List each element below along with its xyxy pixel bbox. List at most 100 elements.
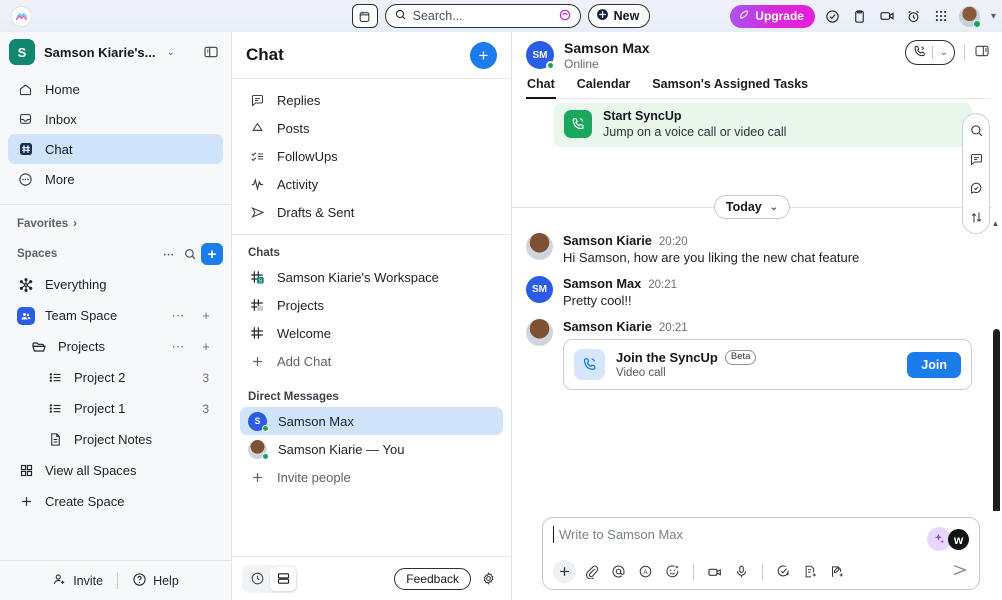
checklist-icon [248, 147, 266, 165]
avatar[interactable] [959, 6, 980, 27]
join-button[interactable]: Join [907, 352, 961, 378]
dm-item-invite-people[interactable]: Invite people [240, 463, 503, 491]
check-bubble-icon[interactable] [967, 179, 985, 197]
chat-nav-posts[interactable]: Posts [240, 114, 503, 142]
tree-item-projects[interactable]: Projects ⋯ + [8, 331, 223, 362]
invite-button[interactable]: Invite [52, 572, 103, 590]
chat-nav-label: Replies [277, 93, 320, 108]
clock-icon[interactable] [244, 567, 270, 591]
call-button[interactable]: ⌄ [905, 40, 955, 65]
chat-item-workspace[interactable]: S Samson Kiarie's Workspace [240, 263, 503, 291]
transfer-arrows-icon[interactable] [967, 208, 985, 226]
app-grid-icon[interactable] [932, 7, 950, 25]
date-pill[interactable]: Today ⌄ [714, 195, 790, 219]
sidebar-item-more[interactable]: More [8, 164, 223, 194]
panel-toggle-icon[interactable] [201, 42, 221, 62]
chat-nav-drafts-sent[interactable]: Drafts & Sent [240, 198, 503, 226]
message-author: Samson Max [563, 276, 641, 291]
edit-create-icon[interactable] [826, 560, 849, 583]
chat-item-label: Samson Kiarie's Workspace [277, 270, 439, 285]
tree-item-project-2[interactable]: Project 2 3 [8, 362, 223, 393]
plus-icon[interactable]: + [197, 308, 215, 323]
search-icon[interactable] [179, 243, 201, 265]
plus-icon[interactable]: + [197, 339, 215, 354]
favorites-section[interactable]: Favorites › [0, 209, 231, 239]
home-icon [17, 81, 34, 98]
plus-icon[interactable] [553, 560, 576, 583]
task-icon[interactable] [772, 560, 795, 583]
scroll-up-arrow[interactable]: ▲ [991, 219, 1000, 228]
clipboard-icon[interactable] [851, 7, 869, 25]
chevron-down-icon[interactable]: ⌄ [166, 47, 174, 58]
message-author: Samson Kiarie [563, 319, 652, 334]
attachment-icon[interactable] [580, 560, 603, 583]
send-icon[interactable] [951, 561, 969, 582]
microphone-icon[interactable] [730, 560, 753, 583]
tab-chat[interactable]: Chat [526, 77, 556, 98]
tree-item-project-notes[interactable]: Project Notes [8, 424, 223, 455]
dm-item-samson-max[interactable]: S Samson Max [240, 407, 503, 435]
message-item: SM Samson Max 20:21 Pretty cool!! [526, 276, 972, 308]
sidebar-item-inbox[interactable]: Inbox [8, 104, 223, 134]
alarm-clock-icon[interactable] [905, 7, 923, 25]
new-button[interactable]: New [588, 4, 651, 28]
chat-nav-activity[interactable]: Activity [240, 170, 503, 198]
sidebar-item-chat[interactable]: Chat [8, 134, 223, 164]
video-icon[interactable] [703, 560, 726, 583]
add-chat-button[interactable]: + [470, 42, 497, 69]
chat-nav-replies[interactable]: Replies [240, 86, 503, 114]
chat-item-projects[interactable]: Projects [240, 291, 503, 319]
ellipsis-icon[interactable]: ⋯ [169, 339, 187, 355]
dm-item-samson-kiarie[interactable]: Samson Kiarie — You [240, 435, 503, 463]
calendar-icon[interactable] [352, 4, 378, 28]
beta-badge: Beta [725, 350, 757, 365]
scrollbar-thumb[interactable] [993, 329, 1000, 511]
tab-calendar[interactable]: Calendar [576, 77, 632, 98]
video-camera-icon[interactable] [878, 7, 896, 25]
ellipsis-icon[interactable]: ⋯ [169, 308, 187, 324]
chat-item-add-chat[interactable]: Add Chat [240, 347, 503, 375]
phone-call-icon [564, 110, 592, 138]
avatar[interactable] [526, 233, 553, 260]
doc-create-icon[interactable] [799, 560, 822, 583]
tree-item-create-space[interactable]: Create Space [8, 486, 223, 517]
check-circle-icon[interactable] [824, 7, 842, 25]
chat-item-welcome[interactable]: Welcome [240, 319, 503, 347]
split-list-icon[interactable] [270, 567, 296, 591]
emoji-icon[interactable] [661, 560, 684, 583]
avatar[interactable]: SM [526, 276, 553, 303]
everything-icon [17, 276, 35, 294]
chat-nav-followups[interactable]: FollowUps [240, 142, 503, 170]
dm-group: Direct Messages S Samson Max Samson Kiar… [232, 379, 511, 495]
tree-item-label: Projects [58, 339, 159, 354]
tree-item-project-1[interactable]: Project 1 3 [8, 393, 223, 424]
ellipsis-icon[interactable] [157, 243, 179, 265]
tree-item-everything[interactable]: Everything [8, 269, 223, 300]
help-button[interactable]: Help [132, 572, 179, 590]
feedback-button[interactable]: Feedback [394, 568, 471, 590]
start-syncup-banner[interactable]: Start SyncUp Jump on a voice call or vid… [554, 103, 972, 147]
comment-icon[interactable] [967, 150, 985, 168]
ai-sparkle-icon[interactable] [558, 8, 572, 25]
text-format-icon[interactable]: A [634, 560, 657, 583]
chevron-down-icon[interactable]: ⌄ [940, 47, 948, 58]
right-panel-icon[interactable] [974, 43, 990, 62]
avatar[interactable] [526, 319, 553, 346]
tab-assigned-tasks[interactable]: Samson's Assigned Tasks [651, 77, 809, 98]
add-space-button[interactable]: + [201, 243, 223, 265]
search-icon [394, 8, 407, 24]
search-icon[interactable] [967, 121, 985, 139]
tree-item-view-all-spaces[interactable]: View all Spaces [8, 455, 223, 486]
tree-item-team-space[interactable]: Team Space ⋯ + [8, 300, 223, 331]
message-text: Hi Samson, how are you liking the new ch… [563, 250, 972, 265]
w-badge-icon[interactable]: w [948, 529, 969, 550]
gear-icon[interactable] [475, 567, 501, 591]
chevron-down-icon[interactable]: ▾ [991, 11, 996, 22]
upgrade-button[interactable]: Upgrade [730, 5, 815, 28]
workspace-header[interactable]: S Samson Kiarie's... ⌄ [0, 32, 231, 72]
search-input[interactable]: Search... [385, 4, 581, 28]
header-divider [964, 44, 965, 61]
mention-icon[interactable] [607, 560, 630, 583]
sidebar-item-home[interactable]: Home [8, 74, 223, 104]
message-input[interactable]: Write to Samson Max [553, 527, 927, 542]
